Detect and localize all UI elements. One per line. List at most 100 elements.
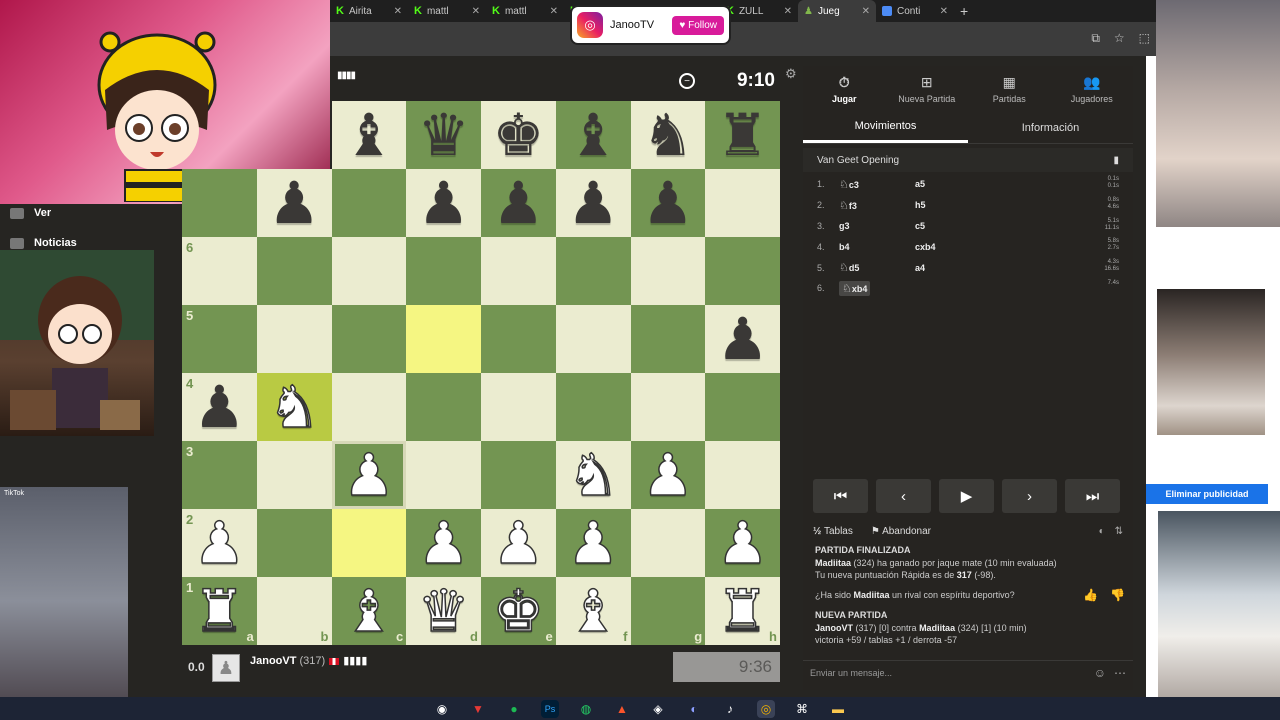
board-square[interactable]: ♟ [331,441,407,509]
tiktok-icon[interactable]: ♪ [721,700,739,718]
white-knight-icon[interactable]: ♞ [566,445,620,505]
prev-move-button[interactable]: ‹ [876,479,931,513]
board-square[interactable]: ♟ [481,509,556,577]
board-square[interactable] [256,305,332,373]
next-move-button[interactable]: › [1002,479,1057,513]
black-pawn-icon[interactable]: ♟ [717,310,769,368]
chess-board[interactable]: ♝ ♛ ♚ ♝ ♞ ♜ ♟ ♟ ♟ ♟ ♟ 6 5 ♟ 4 ♟ ♞ 3 ♟ ♞ ♟ 2 ♟ ♟ ♟ ♟ ♟ 1 a ♜ b c ♝ d ♛ e ♚ f ♝ g… [182,101,780,645]
white-pawn-icon[interactable]: ♟ [492,513,546,573]
board-square[interactable] [705,441,780,509]
subtab-movimientos[interactable]: Movimientos [803,112,968,143]
subtab-informacion[interactable]: Información [968,112,1133,143]
black-pawn-icon[interactable]: ♟ [268,174,320,232]
board-square[interactable]: d ♛ [406,577,481,645]
black-move[interactable]: a4 [915,263,991,273]
more-options-icon[interactable]: ⋯ [1114,666,1126,680]
white-pawn-icon[interactable]: ♟ [641,445,695,505]
board-square[interactable]: b [256,577,332,645]
settings-gear-icon[interactable]: ⚙ [785,66,797,82]
discord-icon[interactable]: ◐ [685,700,703,718]
board-square[interactable]: ♟ [705,305,780,373]
close-tab-icon[interactable]: ✕ [550,6,558,17]
tab-jugar[interactable]: ⏱ Jugar [803,66,886,112]
black-rook-icon[interactable]: ♜ [717,106,769,164]
board-square[interactable]: 5 [182,305,257,373]
chat-input[interactable]: Enviar un mensaje... [810,668,892,678]
tab-jugadores[interactable]: 👥 Jugadores [1051,66,1134,112]
board-square[interactable]: ♞ [555,441,631,509]
board-square[interactable] [630,509,706,577]
black-bishop-icon[interactable]: ♝ [343,106,395,164]
spotify-icon[interactable]: ● [505,700,523,718]
play-button[interactable]: ▶ [939,479,994,513]
board-square[interactable]: ♞ [256,373,332,441]
steam-icon[interactable]: ◈ [649,700,667,718]
white-pawn-icon[interactable]: ♟ [193,513,247,573]
white-rook-icon[interactable]: ♜ [716,581,770,641]
board-square[interactable]: ♟ [406,509,481,577]
board-square[interactable]: 2 ♟ [182,509,257,577]
analysis-icon[interactable]: ◐ [1099,526,1105,537]
photoshop-icon[interactable]: Ps [541,699,559,718]
board-square[interactable]: ♝ [555,101,631,169]
board-square[interactable] [256,509,332,577]
chat-player2[interactable]: Madiitaa [919,623,955,633]
board-square[interactable] [406,441,481,509]
obs-icon[interactable]: ◉ [433,700,451,718]
thumbs-down-icon[interactable]: 👎 [1110,588,1125,602]
capcut-icon[interactable]: ⌘ [793,700,811,718]
board-square[interactable]: 1 a ♜ [182,577,257,645]
browser-tab[interactable]: ♟ Jueg ✕ [798,0,876,22]
black-knight-icon[interactable]: ♞ [642,106,694,164]
board-square[interactable]: ♟ [256,169,332,237]
board-square[interactable] [481,305,556,373]
white-move[interactable]: ♘c3 [839,178,915,191]
board-square[interactable]: ♟ [406,169,481,237]
board-square[interactable] [705,237,780,305]
chat-winner-name[interactable]: Madiitaa [815,558,851,568]
board-square[interactable]: h ♜ [705,577,780,645]
black-queen-icon[interactable]: ♛ [418,106,470,164]
thumbs-up-icon[interactable]: 👍 [1083,588,1098,602]
black-move[interactable]: c5 [915,221,991,231]
black-move[interactable]: cxb4 [915,242,991,252]
black-pawn-icon[interactable]: ♟ [193,378,245,436]
board-square[interactable] [705,169,780,237]
white-queen-icon[interactable]: ♛ [417,581,471,641]
board-square[interactable] [406,373,481,441]
delete-publication-button[interactable]: Eliminar publicidad [1146,484,1268,504]
white-pawn-icon[interactable]: ♟ [566,513,620,573]
board-square[interactable] [555,237,631,305]
white-bishop-icon[interactable]: ♝ [566,581,620,641]
board-square[interactable] [481,237,556,305]
board-square[interactable] [331,373,407,441]
board-square[interactable] [630,373,706,441]
board-square[interactable]: ♟ [555,509,631,577]
browser-tab[interactable]: Kmattl ✕ [408,0,486,22]
browser-tab[interactable]: Conti ✕ [876,0,954,22]
board-square[interactable]: g [630,577,706,645]
resign-button[interactable]: ⚑ Abandonar [871,526,931,537]
browser-tab[interactable]: K Airita ✕ [330,0,408,22]
player-name-block[interactable]: JanooVT (317) ▮▮▮▮ [250,654,367,667]
player-avatar[interactable]: ♟ [212,654,240,682]
board-square[interactable]: ♜ [705,101,780,169]
board-square[interactable] [256,237,332,305]
white-pawn-icon[interactable]: ♟ [417,513,471,573]
opening-name[interactable]: Van Geet Opening [817,155,899,166]
flip-board-icon[interactable]: ⇅ [1115,526,1123,537]
board-square[interactable] [331,509,407,577]
close-tab-icon[interactable]: ✕ [940,6,948,17]
screenshot-icon[interactable]: ⧉ [1091,31,1100,46]
last-move-button[interactable]: ⏭ [1065,479,1120,513]
game-app-icon[interactable]: ▼ [469,700,487,718]
board-square[interactable]: ♞ [630,101,706,169]
board-square[interactable] [182,169,257,237]
board-square[interactable]: ♟ [630,169,706,237]
tab-partidas[interactable]: ▦ Partidas [968,66,1051,112]
close-tab-icon[interactable]: ✕ [394,6,402,17]
board-square[interactable] [630,305,706,373]
browser-tab[interactable]: Kmattl ✕ [486,0,564,22]
board-square[interactable] [555,305,631,373]
board-square[interactable] [630,237,706,305]
